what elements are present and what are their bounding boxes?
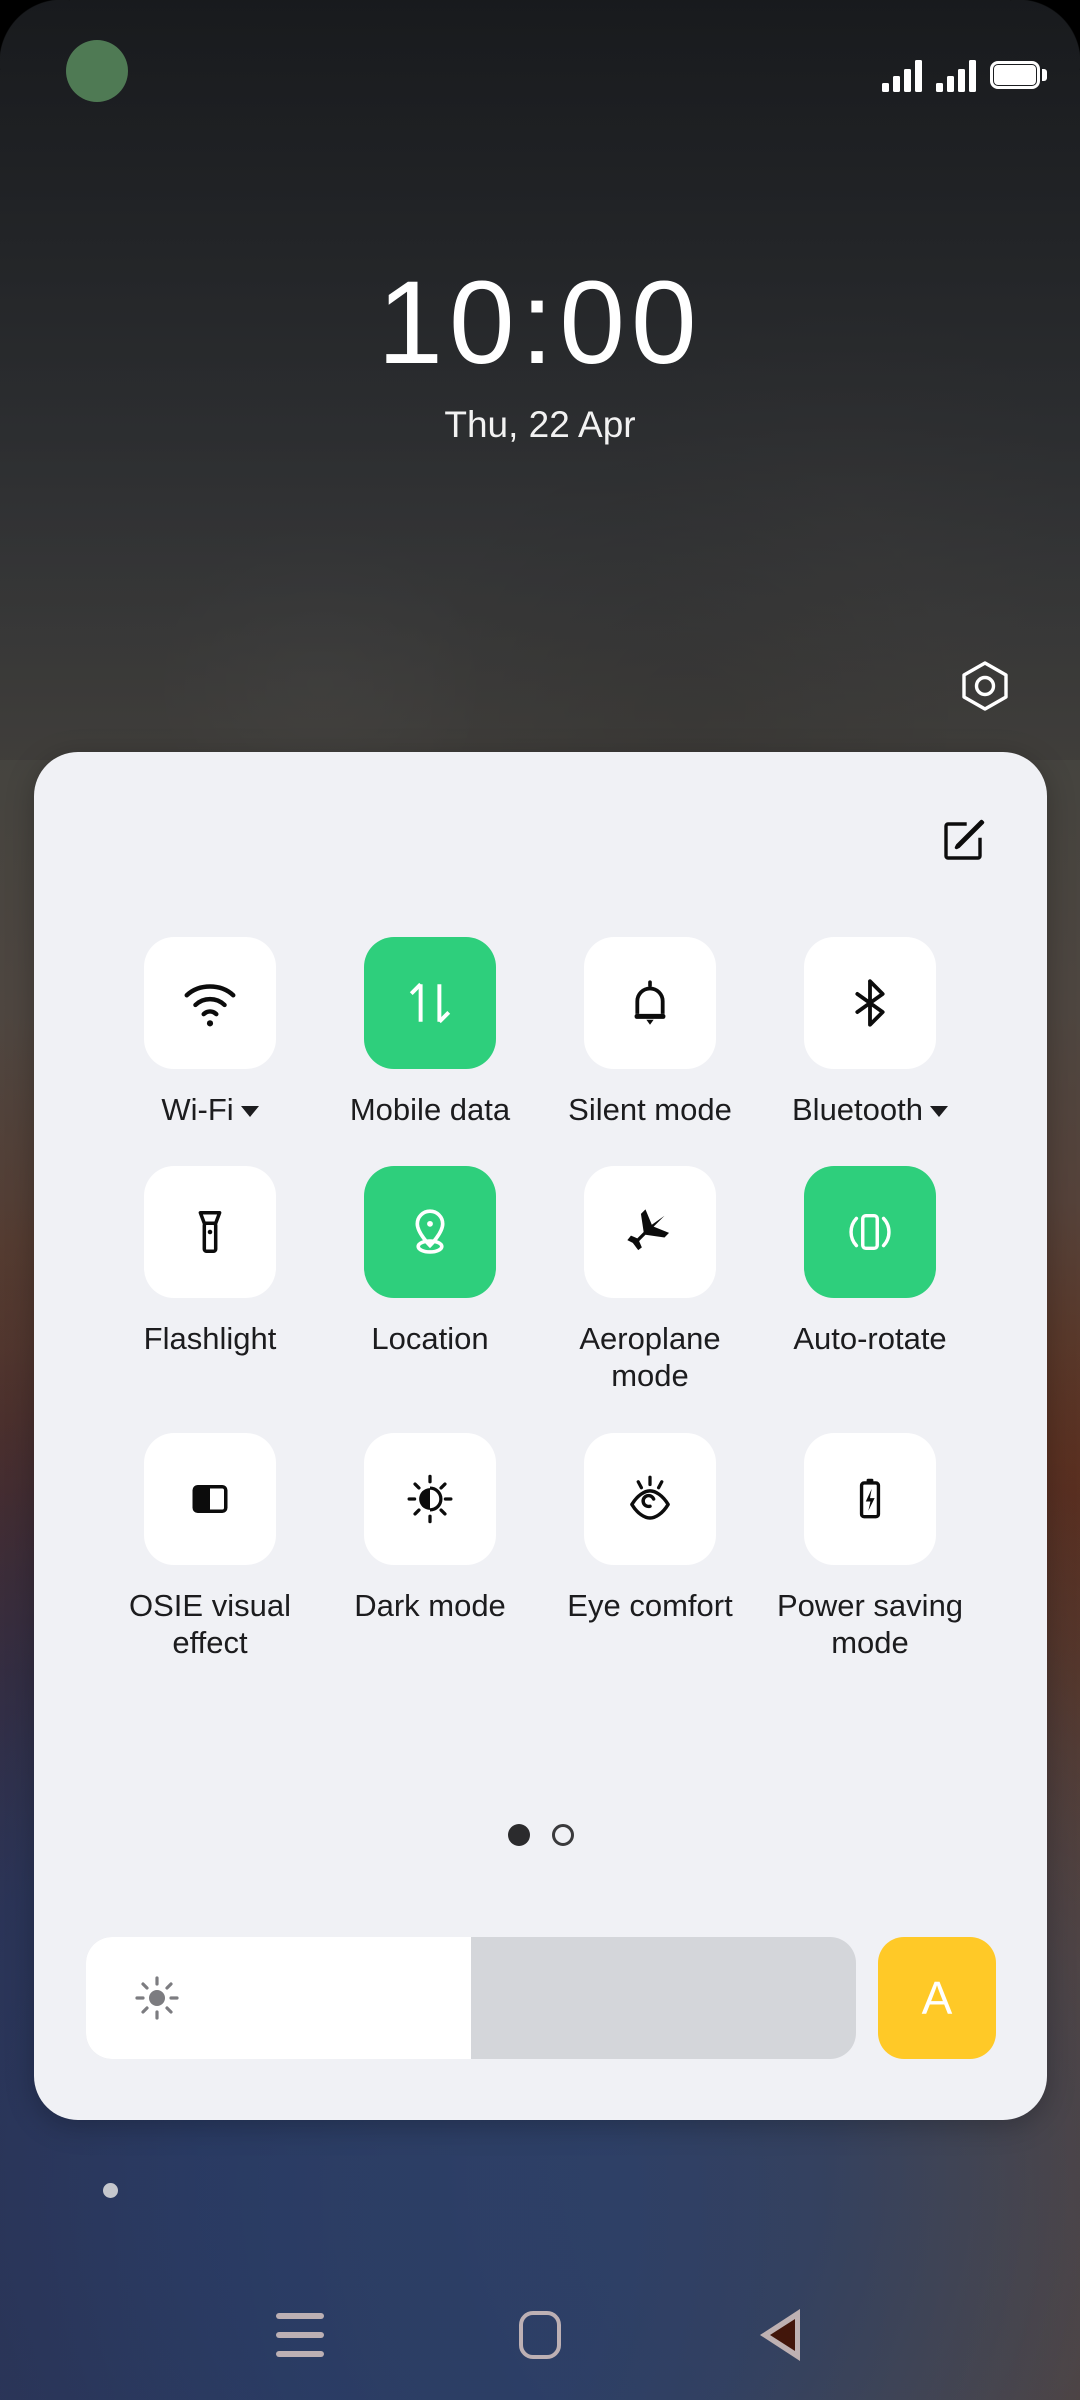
tile-wifi-button[interactable] — [144, 937, 276, 1069]
status-bar — [0, 0, 1080, 150]
location-pin-icon — [415, 1209, 445, 1254]
home-square-icon — [519, 2311, 561, 2359]
bell-icon — [634, 980, 666, 1025]
tile-label-text: OSIE visual effect — [129, 1587, 291, 1660]
tile-power-saving-mode-label-row: Power saving mode — [777, 1587, 963, 1661]
navigation-bar: Recents Home Back — [0, 2270, 1080, 2400]
tile-silent-mode[interactable]: Silent mode — [540, 937, 760, 1128]
tile-aeroplane-mode-button[interactable] — [584, 1166, 716, 1299]
tile-power-saving-mode-button[interactable] — [804, 1432, 936, 1565]
dark-mode-icon — [407, 1474, 453, 1523]
tile-wifi[interactable]: Wi-Fi — [100, 937, 320, 1128]
clock-date: Thu, 22 Apr — [444, 403, 636, 445]
tile-label-text: Bluetooth — [792, 1092, 923, 1127]
wifi-icon — [184, 984, 236, 1027]
recents-hamburger-icon — [276, 2313, 324, 2357]
signal-bars-icon-sim1 — [882, 58, 922, 92]
tile-label-text: Dark mode — [354, 1587, 506, 1623]
tile-flashlight-button[interactable] — [144, 1166, 276, 1299]
eye-comfort-icon — [630, 1475, 670, 1520]
phone-screen: 10:00 Thu, 22 Apr Edit — [0, 0, 1080, 2400]
home-page-indicator-dot — [103, 2183, 118, 2198]
tile-power-saving-mode[interactable]: Power saving mode — [760, 1432, 980, 1661]
tile-eye-comfort[interactable]: Eye comfort — [540, 1432, 760, 1661]
battery-full-icon — [990, 61, 1047, 89]
battery-bolt-icon — [859, 1478, 881, 1518]
nav-home-button[interactable]: Home — [494, 2289, 586, 2381]
tile-auto-rotate[interactable]: Auto-rotate — [760, 1166, 980, 1394]
quick-settings-panel: Edit Wi-Fi — [34, 752, 1047, 2120]
tile-osie-visual-effect-button[interactable] — [144, 1432, 276, 1565]
tile-aeroplane-mode-label-row: Aeroplane mode — [579, 1320, 720, 1394]
tile-mobile-data-button[interactable] — [364, 937, 496, 1069]
tile-label-text: Flashlight — [143, 1321, 277, 1357]
nav-recents-button[interactable]: Recents — [254, 2289, 346, 2381]
brightness-row: A — [86, 1937, 996, 2059]
auto-brightness-label: A — [921, 1972, 953, 2024]
auto-brightness-button[interactable]: A — [878, 1937, 996, 2059]
pagination-dot-2[interactable] — [551, 1824, 574, 1846]
tile-label-text: Location — [371, 1321, 489, 1357]
lockscreen-clock: 10:00 Thu, 22 Apr — [0, 257, 1080, 446]
aeroplane-icon — [627, 1209, 670, 1251]
tile-flashlight-label-row: Flashlight — [144, 1320, 277, 1357]
tile-label-text: Eye comfort — [567, 1587, 733, 1623]
tile-mobile-data-label-row: Mobile data — [350, 1091, 510, 1128]
tile-silent-mode-label-row: Silent mode — [568, 1091, 732, 1128]
edit-pencil-square-icon — [944, 819, 985, 860]
qs-pagination-dots — [34, 1824, 1047, 1846]
tile-bluetooth[interactable]: Bluetooth — [760, 937, 980, 1128]
hex-settings-icon[interactable] — [959, 660, 1011, 712]
tile-label-text: Aeroplane mode — [579, 1321, 721, 1394]
tile-eye-comfort-label-row: Eye comfort — [567, 1587, 732, 1624]
quick-settings-tile-grid: Wi-Fi Mobile data Silent mode Bluetooth … — [100, 937, 980, 1661]
clock-time: 10:00 — [377, 257, 703, 389]
tile-bluetooth-button[interactable] — [804, 937, 936, 1069]
tile-label-text: Auto-rotate — [793, 1321, 947, 1357]
signal-bars-icon-sim2 — [936, 58, 976, 92]
tile-label-text: Wi-Fi — [161, 1092, 234, 1127]
tile-bluetooth-label-row: Bluetooth — [792, 1091, 948, 1128]
brightness-sun-icon — [134, 1975, 180, 2021]
tile-silent-mode-button[interactable] — [584, 937, 716, 1069]
bluetooth-icon — [855, 979, 885, 1027]
tile-osie-visual-effect-label-row: OSIE visual effect — [129, 1587, 291, 1661]
tile-auto-rotate-label-row: Auto-rotate — [793, 1320, 946, 1357]
auto-rotate-icon — [849, 1214, 891, 1251]
flashlight-icon — [198, 1211, 222, 1254]
tile-flashlight[interactable]: Flashlight — [100, 1166, 320, 1394]
pagination-dot-1[interactable] — [507, 1824, 530, 1846]
osie-visual-icon — [192, 1484, 228, 1513]
tile-label-text: Silent mode — [568, 1092, 732, 1127]
tile-location[interactable]: Location — [320, 1166, 540, 1394]
data-transfer-icon — [409, 982, 451, 1024]
tile-location-button[interactable] — [364, 1166, 496, 1299]
tile-label-text: Mobile data — [349, 1092, 511, 1127]
back-triangle-icon — [760, 2309, 800, 2361]
edit-tiles-button[interactable]: Edit — [937, 812, 991, 866]
tile-aeroplane-mode[interactable]: Aeroplane mode — [540, 1166, 760, 1394]
brightness-slider[interactable] — [86, 1937, 856, 2059]
tile-osie-visual-effect[interactable]: OSIE visual effect — [100, 1432, 320, 1661]
tile-eye-comfort-button[interactable] — [584, 1432, 716, 1565]
tile-mobile-data[interactable]: Mobile data — [320, 937, 540, 1128]
chevron-down-icon[interactable] — [240, 1106, 259, 1118]
tile-dark-mode-button[interactable] — [364, 1432, 496, 1565]
chevron-down-icon[interactable] — [930, 1106, 948, 1118]
tile-label-text: Power saving mode — [776, 1587, 964, 1660]
tile-wifi-label-row: Wi-Fi — [161, 1091, 259, 1128]
tile-auto-rotate-button[interactable] — [804, 1166, 936, 1299]
tile-location-label-row: Location — [371, 1320, 488, 1357]
nav-back-button[interactable]: Back — [734, 2289, 826, 2381]
tile-dark-mode[interactable]: Dark mode — [320, 1432, 540, 1661]
tile-dark-mode-label-row: Dark mode — [354, 1587, 506, 1624]
